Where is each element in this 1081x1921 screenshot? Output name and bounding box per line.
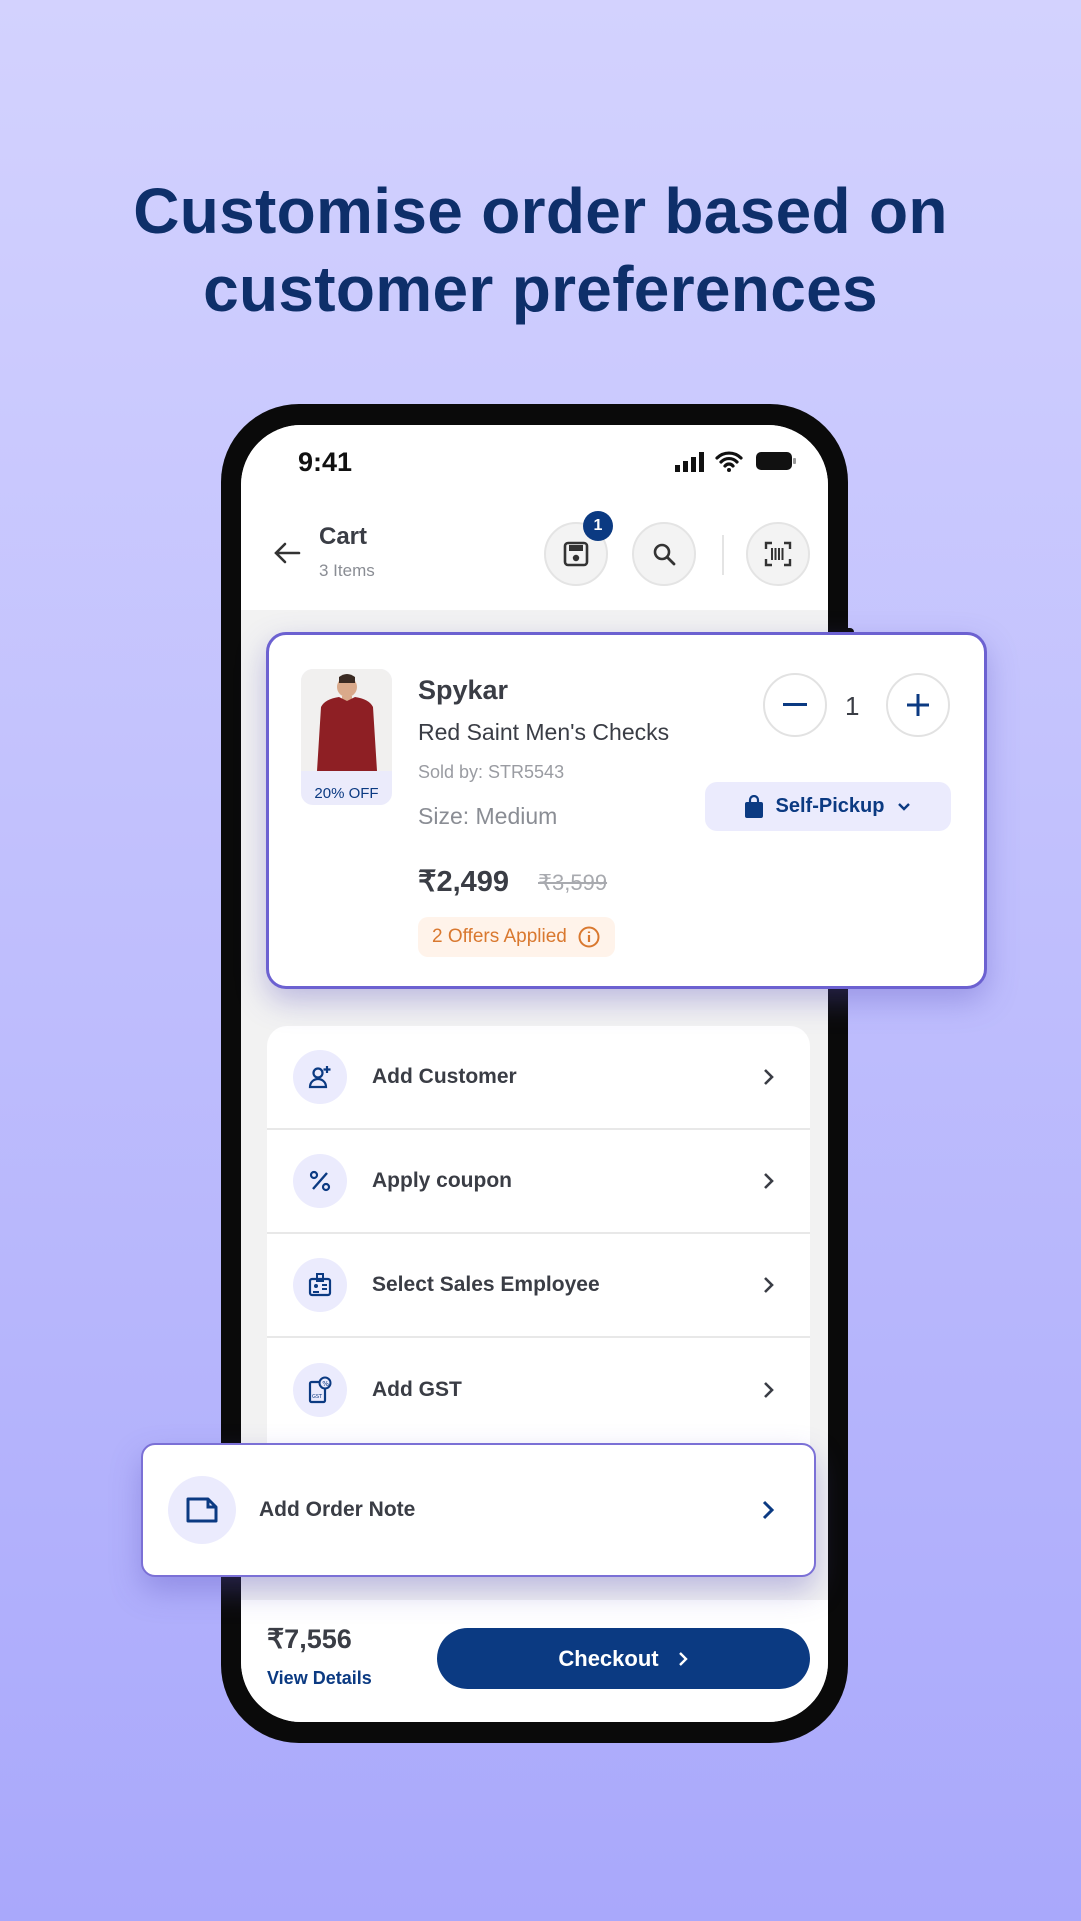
- delivery-mode-dropdown[interactable]: Self-Pickup: [705, 782, 951, 831]
- offers-applied-pill[interactable]: 2 Offers Applied: [418, 917, 615, 957]
- percent-icon: [309, 1170, 331, 1192]
- chevron-down-icon: [898, 802, 911, 811]
- shirt-model-image: [301, 669, 392, 771]
- page-title: Cart: [319, 523, 368, 550]
- divider: [722, 535, 724, 575]
- back-arrow-icon[interactable]: [273, 541, 301, 565]
- wifi-icon: [715, 451, 743, 472]
- product-mrp: ₹3,599: [538, 870, 608, 895]
- cart-options-list: Add Customer Apply coupon Select Sales E…: [267, 1026, 810, 1466]
- gst-document-icon: % GST: [308, 1376, 332, 1404]
- svg-text:%: %: [322, 1380, 329, 1388]
- sold-by: Sold by: STR5543: [418, 762, 565, 782]
- menu-item-apply-coupon[interactable]: Apply coupon: [267, 1130, 810, 1234]
- status-time: 9:41: [298, 447, 353, 477]
- add-user-icon: [308, 1066, 331, 1089]
- save-cart-icon: [563, 541, 589, 567]
- menu-item-add-customer[interactable]: Add Customer: [267, 1026, 810, 1130]
- svg-text:GST: GST: [312, 1394, 323, 1400]
- increase-quantity-button[interactable]: [886, 673, 950, 737]
- add-order-note-button[interactable]: Add Order Note: [141, 1443, 816, 1577]
- battery-icon: [756, 452, 796, 470]
- barcode-scan-icon: [764, 541, 792, 567]
- chevron-right-icon: [762, 1500, 775, 1520]
- barcode-scan-button[interactable]: [746, 522, 810, 586]
- chevron-right-icon: [764, 1069, 774, 1085]
- decrease-quantity-button[interactable]: [763, 673, 827, 737]
- checkout-button[interactable]: Checkout: [437, 1628, 810, 1689]
- cart-item-card: 20% OFF Spykar Red Saint Men's Checks So…: [266, 632, 987, 989]
- product-name: Red Saint Men's Checks: [418, 719, 670, 745]
- product-brand: Spykar: [418, 675, 509, 705]
- menu-item-add-gst[interactable]: % GST Add GST: [267, 1338, 810, 1442]
- chevron-right-icon: [764, 1277, 774, 1293]
- search-icon: [653, 543, 676, 566]
- saved-count-badge: 1: [583, 511, 613, 541]
- chevron-right-icon: [764, 1173, 774, 1189]
- menu-item-select-sales-employee[interactable]: Select Sales Employee: [267, 1234, 810, 1338]
- product-image[interactable]: 20% OFF: [301, 669, 392, 805]
- top-bar: 9:41 Cart 3 Items 1: [241, 425, 828, 610]
- shopping-bag-icon: [744, 794, 763, 818]
- discount-badge: 20% OFF: [314, 785, 379, 802]
- cart-total: ₹7,556: [267, 1624, 352, 1654]
- info-icon: [578, 926, 600, 948]
- chevron-right-icon: [764, 1382, 774, 1398]
- quantity-value: 1: [845, 691, 860, 721]
- item-count: 3 Items: [319, 561, 375, 580]
- product-price: ₹2,499: [418, 866, 510, 898]
- id-badge-icon: [308, 1273, 332, 1297]
- chevron-right-icon: [678, 1651, 688, 1666]
- signal-icon: [675, 452, 704, 472]
- search-button[interactable]: [632, 522, 696, 586]
- product-size: Size: Medium: [418, 803, 558, 829]
- plus-icon: [907, 694, 929, 716]
- note-icon: [186, 1497, 218, 1523]
- minus-icon: [783, 703, 807, 706]
- headline: Customise order based on customer prefer…: [133, 175, 948, 325]
- checkout-bar: ₹7,556 View Details Checkout: [241, 1600, 828, 1722]
- view-details-link[interactable]: View Details: [267, 1668, 372, 1689]
